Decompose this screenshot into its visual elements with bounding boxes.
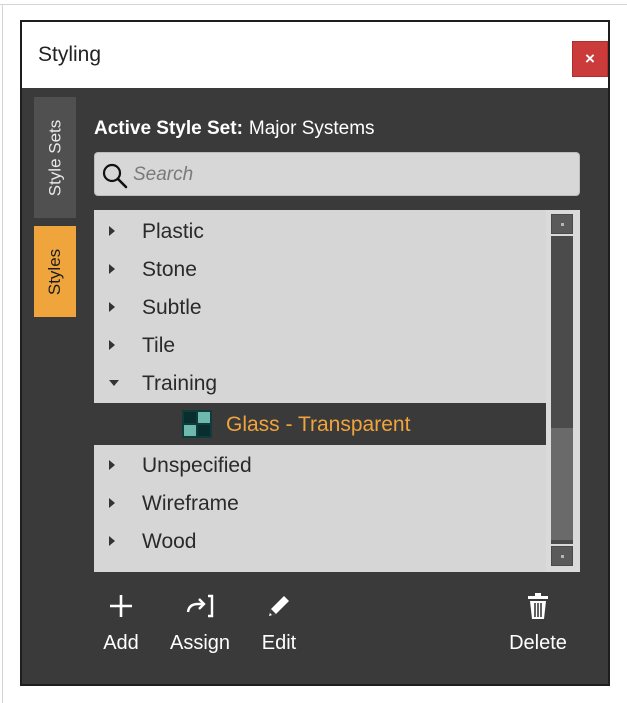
assign-button[interactable]: Assign (166, 588, 234, 655)
tree-item-label: Glass - Transparent (226, 413, 411, 436)
scroll-down-button[interactable] (551, 546, 573, 566)
active-style-set-label: Active Style Set: (94, 118, 243, 139)
active-style-set: Active Style Set: Major Systems (94, 118, 375, 140)
search-placeholder: Search (133, 164, 194, 185)
close-button[interactable]: × (572, 41, 608, 77)
tree-item-label: Wireframe (142, 492, 239, 515)
scrollbar-thumb[interactable] (551, 428, 573, 540)
delete-label: Delete (509, 632, 567, 654)
tree-item-glass-transparent[interactable]: Glass - Transparent (94, 403, 546, 445)
tree-item-wood[interactable]: Wood (94, 522, 546, 560)
tree-item-wireframe[interactable]: Wireframe (94, 484, 546, 522)
plus-icon (110, 595, 132, 617)
tab-style-sets[interactable]: Style Sets (34, 97, 76, 218)
tree-item-training[interactable]: Training (94, 364, 546, 402)
background-border-top (0, 4, 627, 5)
assign-label: Assign (169, 632, 231, 654)
tree-item-label: Training (142, 372, 218, 395)
styling-panel: Styling × Style Sets Styles Active Style… (20, 20, 610, 686)
pencil-icon (269, 596, 289, 616)
collapse-arrow-icon[interactable] (109, 380, 119, 386)
edit-button[interactable]: Edit (256, 588, 302, 655)
delete-button[interactable]: Delete (504, 588, 572, 655)
expand-arrow-icon[interactable] (109, 226, 115, 236)
style-swatch-icon (182, 410, 212, 438)
edit-label: Edit (261, 632, 297, 654)
assign-icon (186, 594, 214, 618)
tree-item-stone[interactable]: Stone (94, 250, 546, 288)
active-style-set-value: Major Systems (248, 118, 375, 139)
tab-styles[interactable]: Styles (34, 226, 76, 317)
vertical-scrollbar[interactable] (546, 210, 580, 572)
tree-item-plastic[interactable]: Plastic (94, 212, 546, 250)
style-tree: Plastic Stone Subtle Tile Training Glass… (94, 210, 580, 572)
title-bar[interactable]: Styling × (22, 22, 608, 88)
expand-arrow-icon[interactable] (109, 460, 115, 470)
tree-item-subtle[interactable]: Subtle (94, 288, 546, 326)
expand-arrow-icon[interactable] (109, 498, 115, 508)
tree-item-label: Stone (142, 258, 197, 281)
expand-arrow-icon[interactable] (109, 340, 115, 350)
search-icon (102, 163, 128, 189)
expand-arrow-icon[interactable] (109, 302, 115, 312)
background-border-left (2, 4, 3, 703)
tab-styles-label: Styles (45, 248, 65, 295)
panel-title: Styling (38, 43, 102, 66)
add-button[interactable]: Add (98, 588, 144, 655)
tree-item-label: Plastic (142, 220, 204, 243)
expand-arrow-icon[interactable] (109, 264, 115, 274)
search-input[interactable]: Search (94, 152, 580, 196)
tree-item-label: Subtle (142, 296, 202, 319)
tree-item-label: Wood (142, 530, 197, 553)
trash-icon (528, 593, 548, 619)
tree-item-label: Tile (142, 334, 176, 357)
expand-arrow-icon[interactable] (109, 536, 115, 546)
tree-item-tile[interactable]: Tile (94, 326, 546, 364)
add-label: Add (103, 632, 139, 654)
tab-style-sets-label: Style Sets (45, 119, 65, 196)
scroll-up-button[interactable] (551, 214, 573, 234)
tree-item-unspecified[interactable]: Unspecified (94, 446, 546, 484)
tree-item-label: Unspecified (142, 454, 252, 477)
